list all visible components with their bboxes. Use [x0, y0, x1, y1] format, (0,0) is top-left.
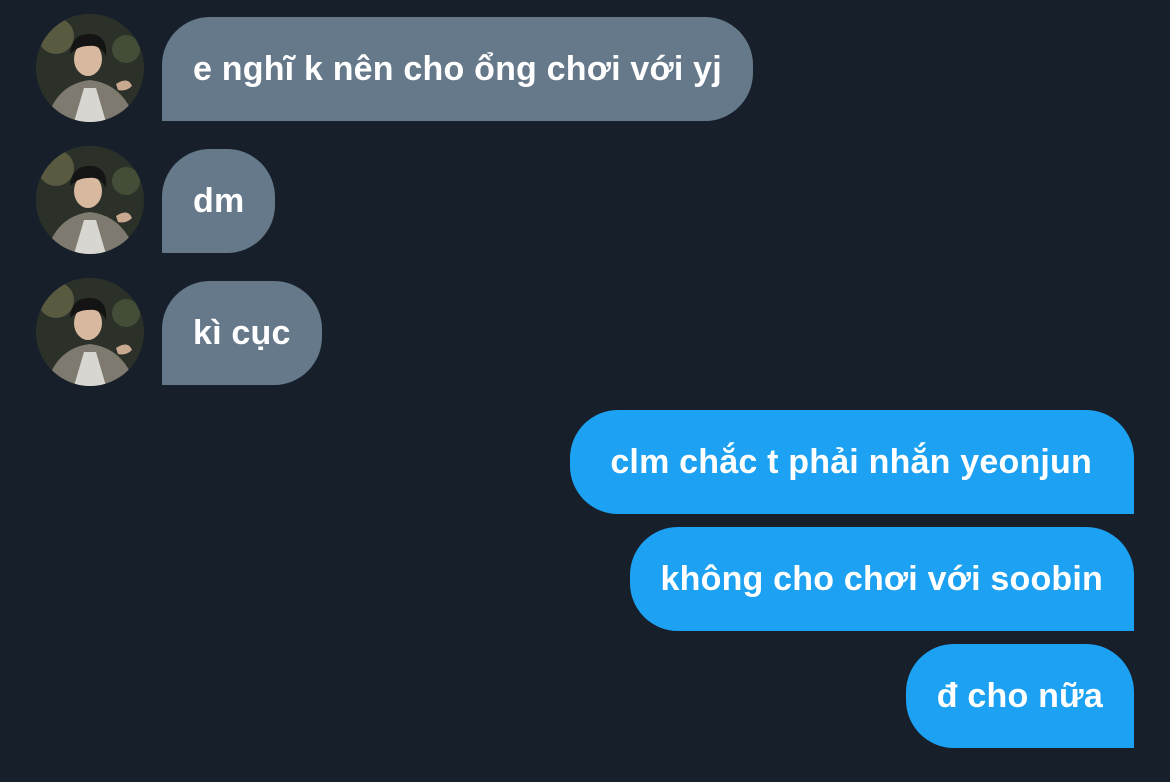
message-text: kì cục: [193, 313, 291, 352]
outgoing-message-bubble[interactable]: không cho chơi với soobin: [629, 527, 1134, 631]
message-text: clm chắc t phải nhắn yeonjun: [610, 442, 1092, 481]
message-text: đ cho nữa: [936, 676, 1103, 715]
profile-photo-icon: [36, 146, 144, 254]
avatar[interactable]: [36, 14, 144, 122]
message-text: không cho chơi với soobin: [660, 559, 1103, 598]
message-text: e nghĩ k nên cho ổng chơi với yj: [193, 49, 722, 88]
avatar[interactable]: [36, 278, 144, 386]
incoming-message-bubble[interactable]: kì cục: [162, 281, 322, 385]
message-text: dm: [193, 181, 245, 220]
incoming-message-bubble[interactable]: e nghĩ k nên cho ổng chơi với yj: [162, 17, 753, 121]
incoming-message-bubble[interactable]: dm: [162, 149, 276, 253]
profile-photo-icon: [36, 14, 144, 122]
profile-photo-icon: [36, 278, 144, 386]
chat-thread: e nghĩ k nên cho ổng chơi với yj dm kì c…: [0, 0, 1170, 782]
outgoing-message-bubble[interactable]: clm chắc t phải nhắn yeonjun: [570, 410, 1134, 514]
avatar[interactable]: [36, 146, 144, 254]
outgoing-message-bubble[interactable]: đ cho nữa: [905, 644, 1134, 748]
